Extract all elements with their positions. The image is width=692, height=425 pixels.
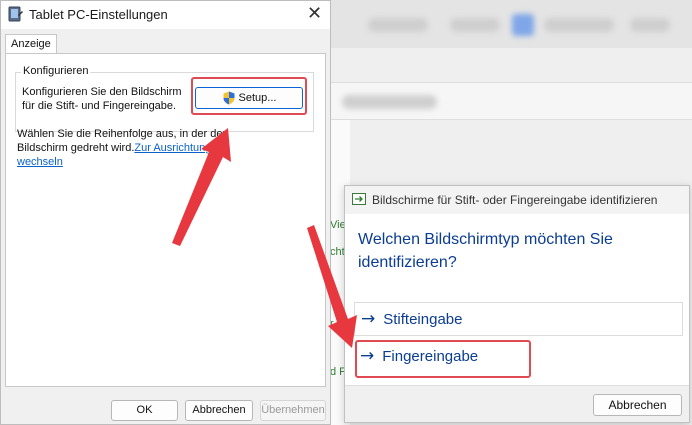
close-icon[interactable]: ✕ [299, 1, 330, 29]
dialog-title: Bildschirme für Stift- oder Fingereingab… [372, 193, 658, 207]
dialog-question: Welchen Bildschirmtyp möchten Sie identi… [358, 231, 613, 271]
background-band [330, 82, 692, 120]
blurred-element [368, 18, 428, 32]
configure-description: Konfigurieren Sie den Bildschirm für die… [22, 86, 182, 112]
background-green-text: cht [330, 246, 345, 258]
cancel-button[interactable]: Abbrechen [185, 400, 253, 421]
pen-input-label: Stifteingabe [383, 310, 463, 328]
identify-screens-dialog: Bildschirme für Stift- oder Fingereingab… [344, 185, 690, 423]
dialog-footer: Abbrechen [345, 385, 689, 422]
tab-panel: Konfigurieren Konfigurieren Sie den Bild… [5, 53, 326, 387]
arrow-right-icon: → [361, 309, 376, 329]
tab-anzeige[interactable]: Anzeige [5, 34, 57, 54]
blurred-element [544, 18, 614, 32]
tablet-pc-icon [8, 6, 23, 22]
blurred-element [450, 18, 500, 32]
group-label: Konfigurieren [21, 65, 91, 77]
blurred-app-icon [512, 14, 534, 36]
apply-button[interactable]: Übernehmen [260, 400, 326, 421]
annotation-highlight-touch [355, 340, 531, 378]
dialog-title-bar[interactable]: Bildschirme für Stift- oder Fingereingab… [345, 186, 689, 214]
blurred-element [342, 95, 437, 109]
identify-screen-icon [352, 193, 366, 205]
dialog-cancel-button[interactable]: Abbrechen [593, 394, 682, 416]
pen-input-option[interactable]: → Stifteingabe [354, 302, 683, 336]
rotation-order-text: Wählen Sie die Reihenfolge aus, in der d… [17, 127, 257, 169]
window-title: Tablet PC-Einstellungen [29, 7, 168, 22]
ok-button[interactable]: OK [111, 400, 178, 421]
title-bar[interactable]: Tablet PC-Einstellungen ✕ [1, 1, 330, 29]
blurred-element [630, 18, 670, 32]
background-toolbar [330, 0, 692, 48]
tablet-pc-settings-window: Tablet PC-Einstellungen ✕ Anzeige Konfig… [0, 0, 331, 425]
annotation-highlight-setup [191, 77, 307, 115]
